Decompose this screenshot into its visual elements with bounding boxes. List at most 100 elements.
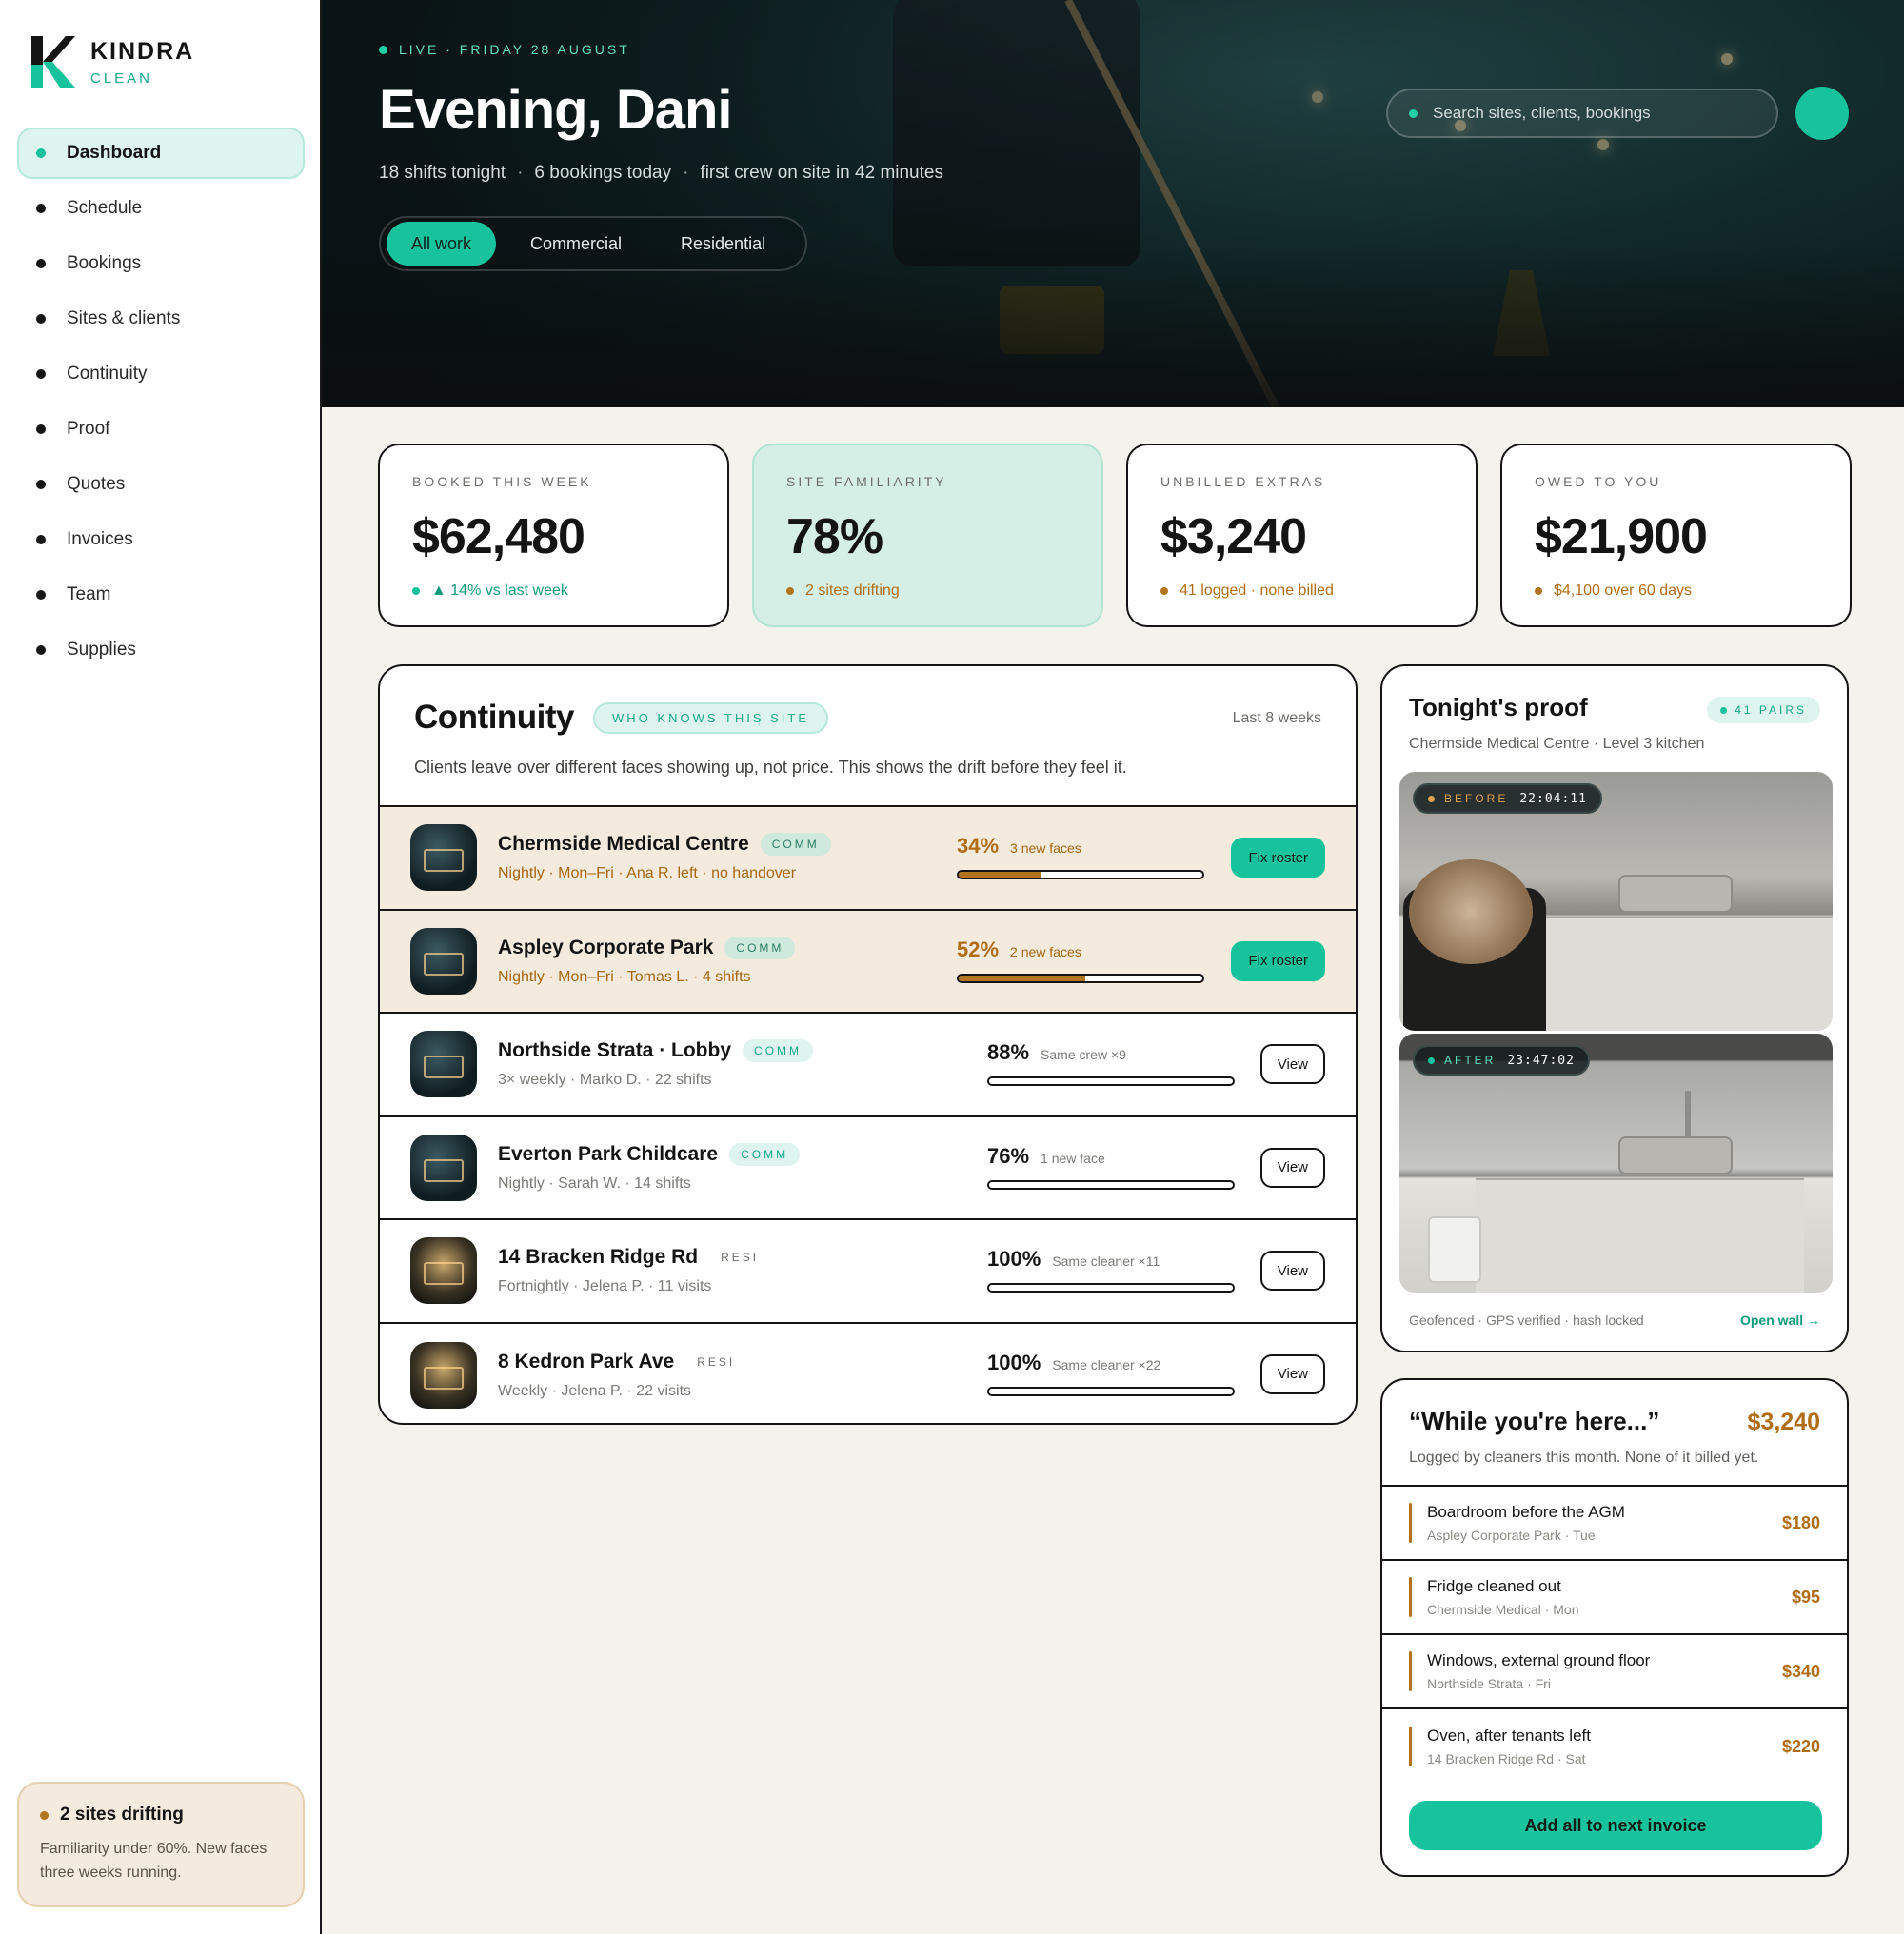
- work-type-filter: All work Commercial Residential: [379, 216, 808, 271]
- sidebar-item-sites-clients[interactable]: Sites & clients: [17, 293, 305, 345]
- bullet-icon: [36, 424, 46, 434]
- open-wall-link[interactable]: Open wall →: [1740, 1312, 1820, 1328]
- bullet-icon: [36, 314, 46, 324]
- familiarity-note: Same cleaner ×11: [1052, 1253, 1160, 1269]
- after-label: AFTER: [1444, 1054, 1497, 1067]
- familiarity-percent: 88%: [987, 1040, 1030, 1064]
- sidebar-item-label: Bookings: [67, 253, 142, 273]
- sidebar-item-schedule[interactable]: Schedule: [17, 183, 305, 234]
- search-input[interactable]: [1433, 104, 1756, 123]
- sidebar-item-label: Supplies: [67, 640, 136, 660]
- site-row[interactable]: 8 Kedron Park Ave RESI Weekly · Jelena P.…: [380, 1324, 1356, 1424]
- familiarity-metric: 76% 1 new face: [987, 1144, 1235, 1190]
- extra-price: $180: [1781, 1512, 1820, 1532]
- sidebar-item-proof[interactable]: Proof: [17, 404, 305, 455]
- continuity-range[interactable]: Last 8 weeks: [1233, 710, 1321, 727]
- sidebar-item-label: Sites & clients: [67, 308, 181, 328]
- status-dot-icon: [1160, 587, 1168, 595]
- stat-label: OWED TO YOU: [1535, 474, 1662, 489]
- fix-roster-button[interactable]: Fix roster: [1231, 838, 1325, 878]
- site-type-tag: COMM: [760, 833, 831, 857]
- familiarity-bar: [987, 1179, 1235, 1190]
- familiarity-metric: 34% 3 new faces: [957, 834, 1204, 879]
- continuity-panel: Continuity WHO KNOWS THIS SITE Last 8 we…: [378, 664, 1358, 1425]
- site-detail: Fortnightly · Jelena P. · 11 visits: [498, 1278, 712, 1295]
- extra-price: $340: [1781, 1661, 1820, 1681]
- add-to-invoice-button[interactable]: Add all to next invoice: [1409, 1801, 1822, 1850]
- sidebar-item-supplies[interactable]: Supplies: [17, 624, 305, 676]
- extra-detail: Northside Strata · Fri: [1427, 1676, 1551, 1691]
- extras-description: Logged by cleaners this month. None of i…: [1409, 1450, 1759, 1466]
- filter-all-work[interactable]: All work: [387, 222, 497, 266]
- familiarity-bar: [987, 1076, 1235, 1086]
- bullet-icon: [36, 148, 46, 158]
- drift-alert-title: 2 sites drifting: [60, 1805, 184, 1825]
- extra-item[interactable]: Boardroom before the AGM Aspley Corporate…: [1382, 1487, 1847, 1561]
- site-row[interactable]: Chermside Medical Centre COMM Nightly · M…: [380, 807, 1356, 911]
- continuity-pill: WHO KNOWS THIS SITE: [593, 701, 829, 734]
- before-photo[interactable]: BEFORE 22:04:11: [1399, 772, 1833, 1031]
- bullet-icon: [36, 204, 46, 213]
- stat-card-familiarity[interactable]: SITE FAMILIARITY 78% 2 sites drifting: [752, 444, 1103, 627]
- extras-total: $3,240: [1747, 1409, 1820, 1435]
- extra-item[interactable]: Fridge cleaned out Chermside Medical · Mo…: [1382, 1561, 1847, 1635]
- status-dot-icon: [786, 587, 794, 595]
- stat-card-unbilled[interactable]: UNBILLED EXTRAS $3,240 41 logged · none …: [1126, 444, 1478, 627]
- familiarity-bar-fill: [989, 1078, 1204, 1084]
- sidebar-item-continuity[interactable]: Continuity: [17, 348, 305, 400]
- site-row[interactable]: Everton Park Childcare COMM Nightly · Sar…: [380, 1117, 1356, 1220]
- familiarity-metric: 88% Same crew ×9: [987, 1040, 1235, 1086]
- stat-value: $3,240: [1160, 509, 1307, 564]
- site-name: Chermside Medical Centre: [498, 833, 749, 856]
- sidebar-item-invoices[interactable]: Invoices: [17, 514, 305, 565]
- search-box[interactable]: [1386, 89, 1778, 138]
- extra-price: $95: [1791, 1587, 1820, 1607]
- continuity-title: Continuity: [414, 699, 575, 736]
- brand-logo[interactable]: KINDRA CLEAN: [31, 36, 194, 88]
- familiarity-percent: 100%: [987, 1247, 1041, 1271]
- stat-note-text: 41 logged · none billed: [1180, 582, 1334, 599]
- user-avatar-button[interactable]: [1795, 87, 1849, 140]
- continuity-description: Clients leave over different faces showi…: [414, 758, 1127, 777]
- photo-bin: [1428, 1216, 1481, 1283]
- extra-title: Fridge cleaned out: [1427, 1577, 1561, 1595]
- stat-note-text: ▲ 14% vs last week: [431, 582, 568, 599]
- site-row[interactable]: Aspley Corporate Park COMM Nightly · Mon–…: [380, 910, 1356, 1014]
- view-site-button[interactable]: View: [1259, 1044, 1325, 1084]
- photo-cabinets: [1476, 1178, 1804, 1293]
- site-row[interactable]: Northside Strata · Lobby COMM 3× weekly ·…: [380, 1014, 1356, 1117]
- sidebar-item-dashboard[interactable]: Dashboard: [17, 128, 305, 179]
- fix-roster-button[interactable]: Fix roster: [1231, 940, 1325, 981]
- view-site-button[interactable]: View: [1259, 1353, 1325, 1394]
- site-row[interactable]: 14 Bracken Ridge Rd RESI Fortnightly · Je…: [380, 1220, 1356, 1324]
- filter-residential[interactable]: Residential: [656, 222, 790, 266]
- stat-cards: BOOKED THIS WEEK $62,480 ▲ 14% vs last w…: [378, 444, 1852, 627]
- summary-separator: ·: [683, 163, 689, 183]
- extra-item[interactable]: Windows, external ground floor Northside …: [1382, 1635, 1847, 1709]
- familiarity-bar-fill: [989, 1285, 1233, 1291]
- sidebar-item-quotes[interactable]: Quotes: [17, 459, 305, 510]
- after-photo[interactable]: AFTER 23:47:02: [1399, 1034, 1833, 1293]
- status-dot-icon: [1428, 795, 1435, 802]
- site-name: Northside Strata · Lobby: [498, 1039, 732, 1062]
- stat-card-owed[interactable]: OWED TO YOU $21,900 $4,100 over 60 days: [1500, 444, 1852, 627]
- filter-commercial[interactable]: Commercial: [506, 222, 646, 266]
- stat-card-booked[interactable]: BOOKED THIS WEEK $62,480 ▲ 14% vs last w…: [378, 444, 729, 627]
- drift-alert-card[interactable]: 2 sites drifting Familiarity under 60%. …: [17, 1782, 305, 1907]
- view-site-button[interactable]: View: [1259, 1251, 1325, 1291]
- familiarity-note: 1 new face: [1041, 1150, 1105, 1166]
- familiarity-bar: [957, 870, 1204, 879]
- extra-accent-bar: [1409, 1577, 1412, 1617]
- extras-panel: “While you're here...” $3,240 Logged by …: [1380, 1378, 1849, 1877]
- extra-item[interactable]: Oven, after tenants left 14 Bracken Ridge…: [1382, 1709, 1847, 1784]
- view-site-button[interactable]: View: [1259, 1147, 1325, 1188]
- summary-first-crew: first crew on site in 42 minutes: [700, 163, 943, 183]
- before-badge: BEFORE 22:04:11: [1413, 783, 1602, 814]
- status-dot-icon: [1535, 587, 1542, 595]
- sidebar-item-bookings[interactable]: Bookings: [17, 238, 305, 289]
- site-name: 8 Kedron Park Ave: [498, 1350, 675, 1372]
- sidebar-item-team[interactable]: Team: [17, 569, 305, 621]
- stat-note-text: $4,100 over 60 days: [1554, 582, 1692, 599]
- familiarity-note: 2 new faces: [1010, 943, 1081, 959]
- after-badge: AFTER 23:47:02: [1413, 1045, 1590, 1076]
